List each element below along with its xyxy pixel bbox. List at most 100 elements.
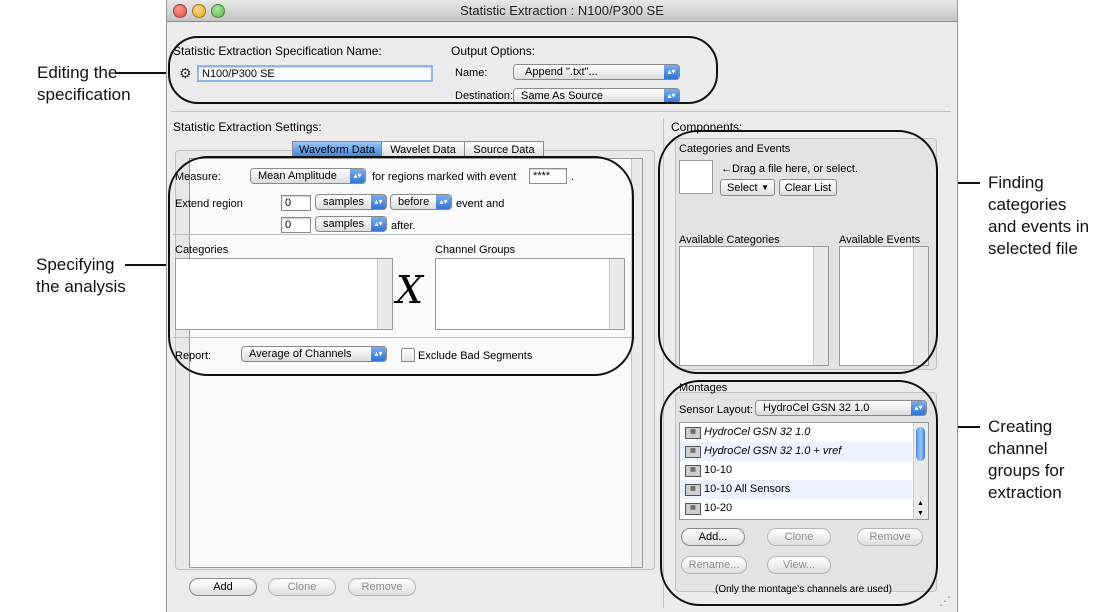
montage-footnote: (Only the montage's channels are used) [715,584,893,595]
extend-after-input[interactable]: 0 [281,217,311,233]
tab-waveform-data[interactable]: Waveform Data [292,141,382,158]
montage-icon: ▦ [685,446,701,458]
output-name-popup[interactable]: Append ".txt"... ▴▾ [513,64,680,80]
channel-groups-label: Channel Groups [435,244,516,256]
destination-popup[interactable]: Same As Source ▴▾ [513,88,680,104]
montage-item-label: HydroCel GSN 32 1.0 + vref [704,445,842,457]
tab-source-data[interactable]: Source Data [464,141,544,158]
drag-hint: ←Drag a file here, or select. [721,163,858,175]
callout-finding-line4: selected file [988,239,1078,258]
output-name-label: Name: [455,67,488,79]
callout-editing-leader [115,72,171,74]
callout-creating-line4: extraction [988,483,1062,502]
window-title: Statistic Extraction : N100/P300 SE [460,3,664,18]
montage-list-item[interactable]: ▦ HydroCel GSN 32 1.0 + vref [680,442,912,461]
period-text: . [571,171,575,183]
direction-value: before [398,196,430,208]
resize-grip-icon[interactable]: ⋰ [939,594,953,608]
spec-name-heading: Statistic Extraction Specification Name: [173,44,382,58]
popup-arrows-icon: ▴▾ [664,89,679,103]
tab-wavelet-data[interactable]: Wavelet Data [381,141,465,158]
montage-list-item[interactable]: ▦ 10-10 All Sensors [680,480,912,499]
callout-specifying: Specifying the analysis [36,254,126,298]
montage-icon: ▦ [685,465,701,477]
scroll-up-arrow-icon[interactable]: ▲ [917,500,924,507]
rename-montage-button[interactable]: Rename... [681,556,747,574]
clear-list-button[interactable]: Clear List [779,179,837,196]
remove-settings-button[interactable]: Remove [348,578,416,596]
montage-list-item[interactable]: ▦ 10-20 [680,499,912,518]
popup-arrows-icon: ▴▾ [371,195,386,209]
sensor-layout-popup[interactable]: HydroCel GSN 32 1.0 ▴▾ [755,400,927,416]
output-options-heading: Output Options: [451,44,536,58]
gear-icon[interactable]: ⚙ [179,66,193,80]
remove-montage-button[interactable]: Remove [857,528,923,546]
montage-list-scrollbar[interactable]: ▲ ▼ [913,423,928,519]
channel-groups-scrollbar[interactable] [609,259,624,329]
montage-list-item[interactable]: ▦ 10-10 [680,461,912,480]
callout-finding-line2: categories [988,195,1067,214]
categories-label: Categories [175,244,229,256]
popup-arrows-icon: ▴▾ [911,401,926,415]
spec-name-input[interactable]: N100/P300 SE [197,65,433,82]
direction-popup[interactable]: before ▴▾ [390,194,452,210]
exclude-bad-segments-checkbox[interactable] [401,348,415,362]
popup-arrows-icon: ▴▾ [371,347,386,361]
destination-label: Destination: [455,90,514,102]
available-categories-list[interactable] [679,246,829,366]
callout-finding: Finding categories and events in selecte… [988,172,1089,260]
callout-creating-line2: channel [988,439,1048,458]
channel-groups-list[interactable] [435,258,625,330]
extend-region-label: Extend region [175,198,243,210]
callout-creating-line3: groups for [988,461,1065,480]
settings-scrollbar[interactable] [631,159,642,567]
available-categories-scrollbar[interactable] [813,247,828,365]
settings-content-area [189,158,643,568]
montage-list-item[interactable]: ▦ HydroCel GSN 32 1.0 [680,423,912,442]
extend-after-value: 0 [285,219,292,231]
sensor-layout-value: HydroCel GSN 32 1.0 [763,402,870,414]
event-code-input[interactable]: **** [529,168,567,184]
report-popup[interactable]: Average of Channels ▴▾ [241,346,387,362]
title-bar[interactable]: Statistic Extraction : N100/P300 SE [167,0,957,22]
select-file-popup[interactable]: Select ▼ [720,179,775,196]
statistic-extraction-window: Statistic Extraction : N100/P300 SE Stat… [166,0,958,612]
file-drop-well[interactable] [679,160,713,194]
available-events-list[interactable] [839,246,929,366]
spec-name-value: N100/P300 SE [202,68,275,80]
callout-finding-line1: Finding [988,173,1044,192]
unit-after-popup[interactable]: samples ▴▾ [315,216,387,232]
callout-specifying-line2: the analysis [36,277,126,296]
available-events-scrollbar[interactable] [913,247,928,365]
montage-list[interactable]: ▦ HydroCel GSN 32 1.0 ▦ HydroCel GSN 32 … [679,422,929,520]
extend-before-input[interactable]: 0 [281,195,311,211]
categories-scrollbar[interactable] [377,259,392,329]
measure-label: Measure: [175,171,221,183]
montage-icon: ▦ [685,503,701,515]
clone-montage-button[interactable]: Clone [767,528,831,546]
vertical-divider [663,118,664,608]
categories-list[interactable] [175,258,393,330]
separator [173,234,635,235]
callout-finding-line3: and events in [988,217,1090,236]
montage-icon: ▦ [685,484,701,496]
unit-before-value: samples [323,196,364,208]
view-montage-button[interactable]: View... [767,556,831,574]
montages-heading: Montages [679,382,728,394]
clone-settings-button[interactable]: Clone [268,578,336,596]
report-label: Report: [175,350,212,362]
add-settings-button[interactable]: Add [189,578,257,596]
separator [171,111,951,112]
scroll-down-arrow-icon[interactable]: ▼ [917,510,924,517]
after-text: after. [391,220,416,232]
select-file-value: Select [727,182,758,194]
scroll-thumb[interactable] [916,427,925,461]
add-montage-button[interactable]: Add... [681,528,745,546]
callout-creating-line1: Creating [988,417,1053,436]
extend-before-value: 0 [285,197,292,209]
callout-creating: Creating channel groups for extraction [988,416,1065,504]
unit-before-popup[interactable]: samples ▴▾ [315,194,387,210]
report-value: Average of Channels [249,348,352,360]
callout-editing: Editing the specification [37,62,131,106]
measure-popup[interactable]: Mean Amplitude ▴▾ [250,168,366,184]
